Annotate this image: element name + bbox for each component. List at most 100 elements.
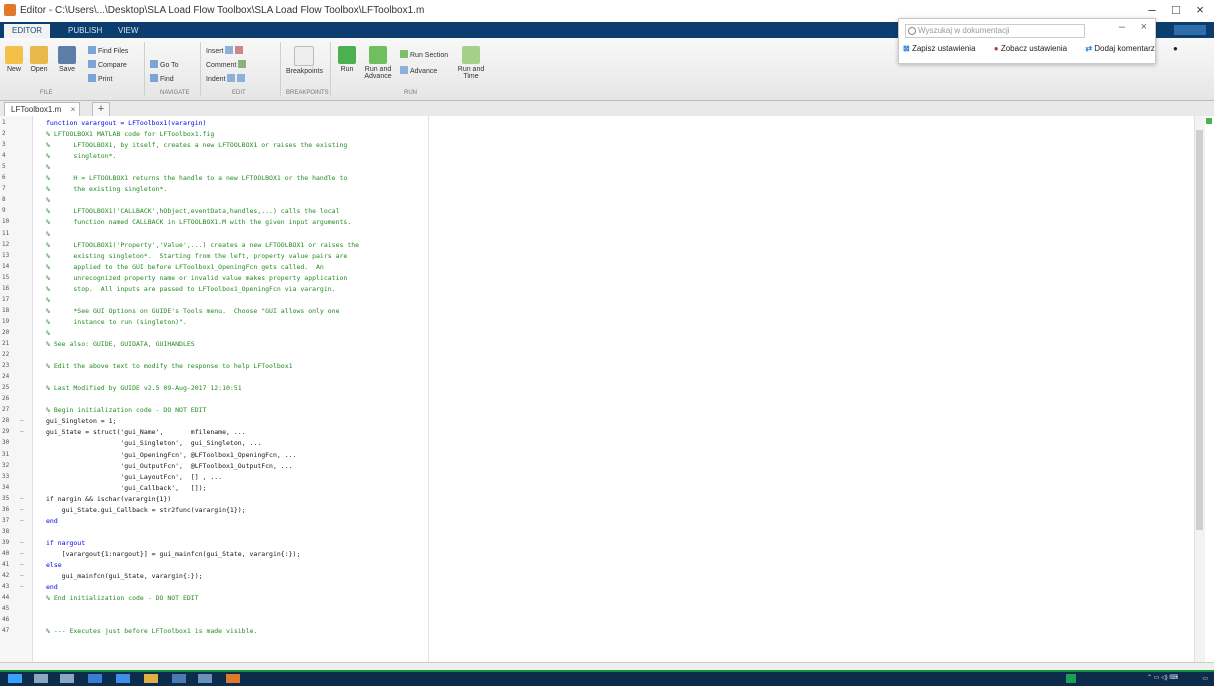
file-explorer-icon[interactable] (144, 674, 158, 683)
breakpoint-marker[interactable]: – (20, 495, 24, 502)
code-line[interactable]: % End initialization code - DO NOT EDIT (46, 594, 199, 602)
code-line[interactable]: gui_State.gui_Callback = str2func(vararg… (46, 506, 246, 514)
code-line[interactable]: % (46, 329, 50, 337)
breakpoint-marker[interactable]: – (20, 428, 24, 435)
breakpoint-marker[interactable]: – (20, 561, 24, 568)
new-button[interactable]: New (4, 46, 24, 73)
breakpoint-marker[interactable]: – (20, 417, 24, 424)
open-button[interactable]: Open (28, 46, 50, 73)
code-line[interactable]: 'gui_LayoutFcn', [] , ... (46, 473, 222, 481)
comment-button[interactable]: Comment (206, 60, 248, 69)
code-line[interactable]: % (46, 230, 50, 238)
store-icon[interactable] (88, 674, 102, 683)
breakpoint-marker[interactable]: – (20, 583, 24, 590)
popup-item-add-comment[interactable]: ⇄ Dodaj komentarz (1085, 44, 1162, 53)
vertical-scrollbar[interactable] (1194, 116, 1205, 662)
tab-editor[interactable]: EDITOR (4, 24, 51, 38)
code-line[interactable]: % See also: GUIDE, GUIDATA, GUIHANDLES (46, 340, 195, 348)
code-line[interactable]: % applied to the GUI before LFToolbox1_O… (46, 263, 324, 271)
code-line[interactable]: if nargout (46, 539, 85, 547)
code-line[interactable]: % (46, 163, 50, 171)
code-line[interactable]: 'gui_OpeningFcn', @LFToolbox1_OpeningFcn… (46, 451, 296, 459)
scrollbar-thumb[interactable] (1196, 130, 1203, 530)
run-and-advance-button[interactable]: Run and Advance (362, 46, 394, 80)
task-view-icon[interactable] (60, 674, 74, 683)
breakpoint-marker[interactable]: – (20, 539, 24, 546)
breakpoint-marker[interactable]: – (20, 572, 24, 579)
maximize-icon[interactable]: □ (1164, 2, 1188, 17)
minimize-icon[interactable]: – (1140, 2, 1164, 17)
matlab-taskbar-icon[interactable] (226, 674, 240, 683)
code-line[interactable]: function varargout = LFToolbox1(varargin… (46, 119, 206, 127)
system-tray[interactable]: ⌃ ▭ ◁) ⌨ (1147, 674, 1178, 681)
code-line[interactable]: % --- Executes just before LFToolbox1 is… (46, 627, 257, 635)
help-icon[interactable]: ● (1173, 44, 1178, 53)
code-line[interactable]: gui_mainfcn(gui_State, varargin{:}); (46, 572, 203, 580)
popup-item-view-settings[interactable]: ● Zobacz ustawienia (994, 44, 1075, 53)
code-line[interactable]: % instance to run (singleton)". (46, 318, 187, 326)
file-tab[interactable]: LFToolbox1.m × (4, 102, 81, 116)
tab-publish[interactable]: PUBLISH (60, 24, 110, 38)
code-line[interactable]: end (46, 517, 58, 525)
code-line[interactable]: % Begin initialization code - DO NOT EDI… (46, 406, 206, 414)
edge-icon[interactable] (116, 674, 130, 683)
go-to-button[interactable]: Go To (150, 60, 179, 69)
popup-minimize-icon[interactable]: – (1119, 21, 1125, 33)
code-line[interactable]: % (46, 196, 50, 204)
app-icon[interactable] (198, 674, 212, 683)
code-line[interactable]: % LFTOOLBOX1 MATLAB code for LFToolbox1.… (46, 130, 214, 138)
code-line[interactable]: [varargout{1:nargout}] = gui_mainfcn(gui… (46, 550, 301, 558)
quick-access-toolbar[interactable] (1174, 25, 1206, 35)
breakpoint-marker[interactable]: – (20, 517, 24, 524)
run-section-button[interactable]: Run Section (400, 50, 448, 59)
run-button[interactable]: Run (336, 46, 358, 73)
breakpoint-marker[interactable]: – (20, 506, 24, 513)
notification-icon[interactable]: ▭ (1202, 675, 1208, 682)
code-line[interactable]: 'gui_Callback', []); (46, 484, 206, 492)
code-line[interactable]: % Last Modified by GUIDE v2.5 09-Aug-201… (46, 384, 242, 392)
code-line[interactable]: % Edit the above text to modify the resp… (46, 362, 293, 370)
add-tab-button[interactable]: + (92, 102, 110, 117)
code-line[interactable]: % LFTOOLBOX1('Property','Value',...) cre… (46, 241, 359, 249)
code-line[interactable]: % unrecognized property name or invalid … (46, 274, 347, 282)
compare-button[interactable]: Compare (88, 60, 127, 69)
run-and-time-button[interactable]: Run and Time (456, 46, 486, 80)
popup-item-save-settings[interactable]: ⊠ Zapisz ustawienia (903, 44, 984, 53)
code-analyzer-status-icon[interactable] (1206, 118, 1212, 124)
code-line[interactable]: % existing singleton*. Starting from the… (46, 252, 347, 260)
code-line[interactable]: % (46, 296, 50, 304)
code-line[interactable]: else (46, 561, 62, 569)
start-icon[interactable] (8, 674, 22, 683)
code-editor[interactable]: 1 2 3 4 5 6 7 8 9 10 11 12 13 14 15 16 17 18 19 20 21 22 23 24 2… (0, 116, 1214, 662)
search-icon[interactable] (34, 674, 48, 683)
code-line[interactable]: 'gui_OutputFcn', @LFToolbox1_OutputFcn, … (46, 462, 292, 470)
code-line[interactable]: end (46, 583, 58, 591)
close-icon[interactable]: × (1188, 2, 1212, 17)
breakpoint-marker[interactable]: – (20, 550, 24, 557)
popup-search-input[interactable]: Wyszukaj w dokumentacji (905, 24, 1085, 38)
code-line[interactable]: % *See GUI Options on GUIDE's Tools menu… (46, 307, 340, 315)
find-files-button[interactable]: Find Files (88, 46, 128, 55)
code-line[interactable]: % singleton*. (46, 152, 116, 160)
find-button[interactable]: Find (150, 74, 174, 83)
print-button[interactable]: Print (88, 74, 112, 83)
code-line[interactable]: gui_Singleton = 1; (46, 417, 116, 425)
code-line[interactable]: gui_State = struct('gui_Name', mfilename… (46, 428, 246, 436)
tab-view[interactable]: VIEW (110, 24, 146, 38)
mail-icon[interactable] (172, 674, 186, 683)
code-line[interactable]: % LFTOOLBOX1('CALLBACK',hObject,eventDat… (46, 207, 340, 215)
code-line[interactable]: if nargin && ischar(varargin{1}) (46, 495, 171, 503)
tab-close-icon[interactable]: × (71, 103, 76, 116)
code-line[interactable]: % H = LFTOOLBOX1 returns the handle to a… (46, 174, 347, 182)
code-line[interactable]: 'gui_Singleton', gui_Singleton, ... (46, 439, 261, 447)
advance-button[interactable]: Advance (400, 66, 437, 75)
save-button[interactable]: Save (56, 46, 78, 73)
breakpoints-button[interactable]: Breakpoints (286, 46, 323, 75)
insert-button[interactable]: Insert (206, 46, 245, 55)
code-line[interactable]: % stop. All inputs are passed to LFToolb… (46, 285, 336, 293)
tray-status-icon[interactable] (1066, 674, 1076, 683)
indent-button[interactable]: Indent (206, 74, 247, 83)
code-line[interactable]: % the existing singleton*. (46, 185, 167, 193)
popup-close-icon[interactable]: × (1141, 21, 1147, 33)
code-line[interactable]: % function named CALLBACK in LFTOOLBOX1.… (46, 218, 351, 226)
